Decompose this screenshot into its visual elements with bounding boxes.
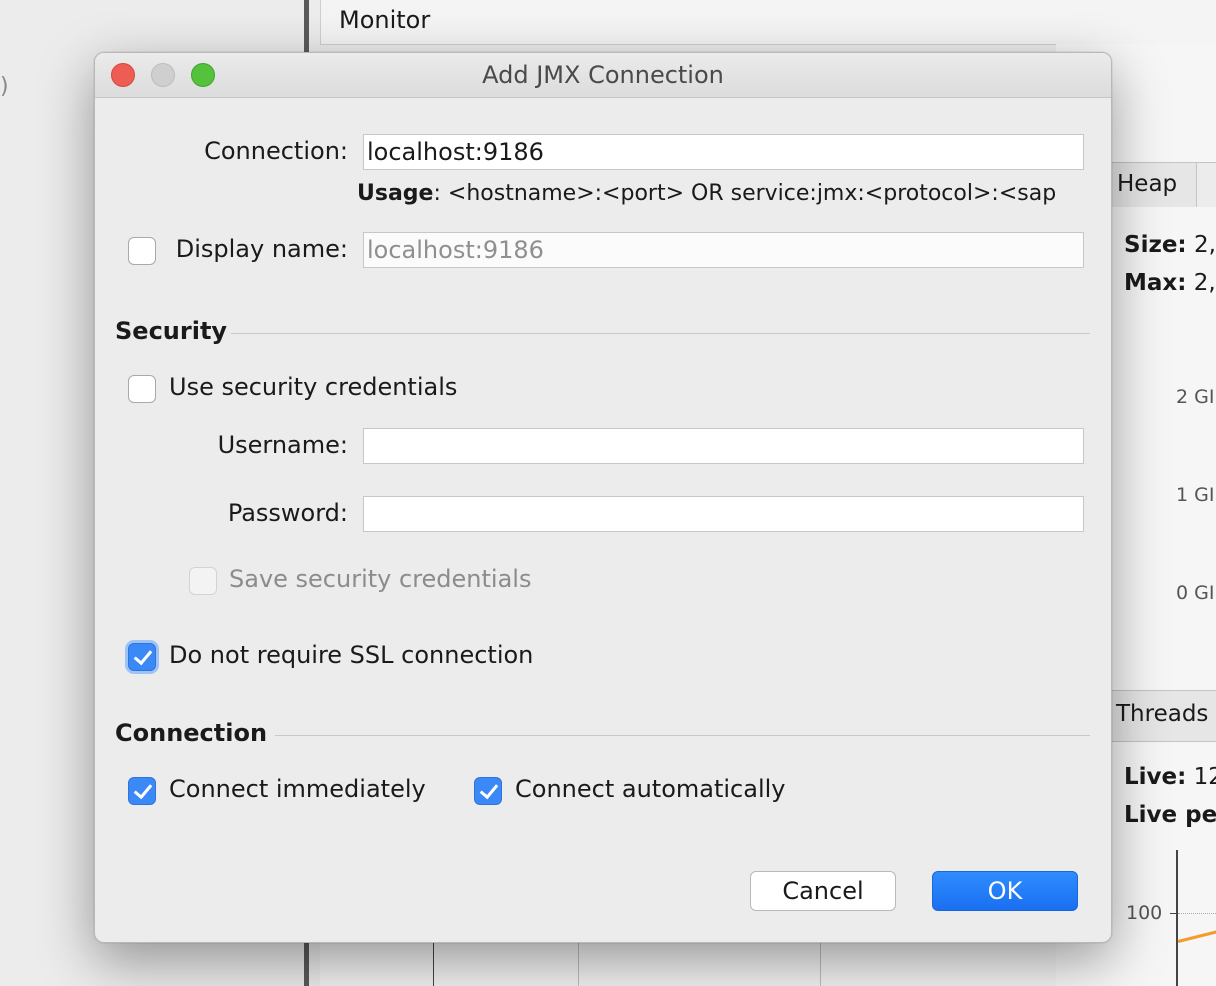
threads-live: Live: 12 — [1124, 764, 1216, 790]
password-label: Password: — [227, 499, 348, 527]
table-column-divider — [820, 942, 821, 986]
display-name-label: Display name: — [175, 235, 348, 263]
table-column-divider — [578, 942, 579, 986]
table-column-divider — [433, 942, 434, 986]
no-ssl-label: Do not require SSL connection — [169, 641, 534, 669]
heap-max: Max: 2, — [1124, 270, 1216, 296]
save-credentials-checkbox[interactable] — [189, 567, 217, 595]
security-section-title: Security — [115, 317, 228, 345]
connect-automatically-checkbox[interactable] — [474, 777, 502, 805]
username-input[interactable] — [363, 428, 1084, 464]
dialog-title: Add JMX Connection — [482, 61, 724, 89]
tab-next[interactable] — [1196, 162, 1216, 207]
save-credentials-label: Save security credentials — [229, 565, 532, 593]
usage-hint-label: Usage — [357, 181, 434, 206]
display-name-checkbox[interactable] — [128, 237, 156, 265]
tab-monitor[interactable]: Monitor — [320, 0, 1216, 45]
username-label: Username: — [217, 431, 348, 459]
ok-button[interactable]: OK — [932, 871, 1078, 911]
connection-label: Connection: — [204, 137, 348, 165]
threads-chart-tick — [1170, 913, 1178, 914]
heap-tick-1gb: 1 GI — [1176, 484, 1215, 506]
security-separator — [231, 333, 1090, 334]
tab-heap-label: Heap — [1117, 171, 1178, 197]
heap-max-label: Max: — [1124, 270, 1187, 296]
connection-section-title: Connection — [115, 719, 268, 747]
display-name-input[interactable] — [363, 232, 1084, 268]
threads-chart-gridline — [1178, 913, 1216, 914]
tab-threads-label: Threads — [1116, 701, 1209, 727]
threads-chart-tick-label: 100 — [1126, 902, 1163, 924]
password-input[interactable] — [363, 496, 1084, 532]
connection-input[interactable] — [363, 134, 1084, 170]
connection-separator — [275, 735, 1090, 736]
heap-max-value: 2, — [1193, 270, 1216, 296]
add-jmx-connection-dialog: Add JMX Connection Connection: Usage: <h… — [94, 52, 1112, 943]
use-credentials-checkbox[interactable] — [128, 375, 156, 403]
connect-immediately-label: Connect immediately — [169, 775, 426, 803]
no-ssl-checkbox[interactable] — [128, 643, 156, 671]
cancel-button[interactable]: Cancel — [750, 871, 896, 911]
dialog-titlebar[interactable]: Add JMX Connection — [95, 53, 1111, 98]
threads-live-peak: Live pe — [1124, 802, 1216, 828]
usage-hint: Usage: <hostname>:<port> OR service:jmx:… — [357, 181, 1056, 206]
left-pane-fragment: ) — [0, 74, 9, 99]
tab-threads[interactable]: Threads — [1110, 690, 1216, 742]
threads-chart-axis — [1176, 850, 1178, 986]
threads-live-label: Live: — [1124, 764, 1187, 790]
usage-hint-text: : <hostname>:<port> OR service:jmx:<prot… — [433, 181, 1057, 206]
tab-heap[interactable]: Heap — [1110, 162, 1198, 207]
connect-immediately-checkbox[interactable] — [128, 777, 156, 805]
heap-size: Size: 2, — [1124, 232, 1216, 258]
threads-live-value: 12 — [1193, 764, 1216, 790]
connect-automatically-label: Connect automatically — [515, 775, 786, 803]
bottom-table-strip — [320, 942, 1056, 986]
heap-size-label: Size: — [1124, 232, 1187, 258]
heap-tick-2gb: 2 GI — [1176, 386, 1215, 408]
tab-monitor-label: Monitor — [339, 6, 431, 34]
heap-size-value: 2, — [1193, 232, 1216, 258]
heap-tick-0gb: 0 GI — [1176, 582, 1215, 604]
use-credentials-label: Use security credentials — [169, 373, 458, 401]
